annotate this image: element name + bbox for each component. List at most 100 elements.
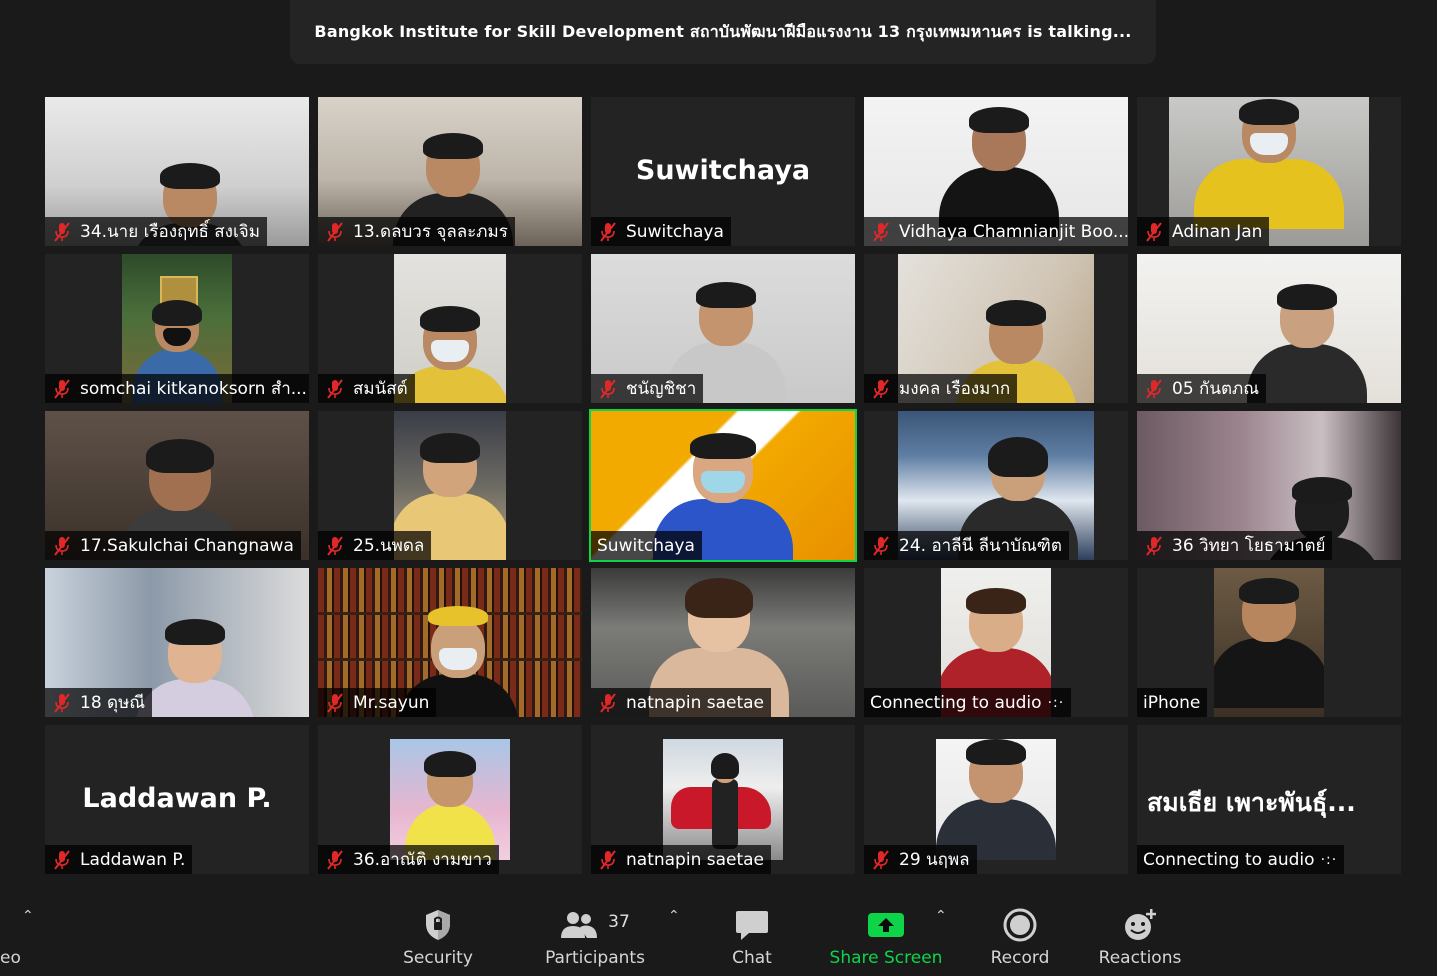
participant-tile[interactable]: สมเธีย เพาะพันธุ์... Connecting to audio… — [1137, 725, 1401, 874]
participant-tile[interactable]: Suwitchaya — [589, 409, 857, 562]
participant-name-label: 18 ดุษณี — [45, 688, 153, 717]
muted-mic-icon — [873, 849, 889, 870]
participants-button[interactable]: 37 Participants — [530, 884, 660, 976]
muted-mic-icon — [54, 221, 70, 242]
record-button[interactable]: Record — [955, 884, 1085, 976]
security-label: Security — [403, 948, 473, 968]
participant-tile[interactable]: 24. อาลีนี ลีนาบัณฑิต — [864, 411, 1128, 560]
participant-tile[interactable]: 13.ดลบวร จุลละภมร — [318, 97, 582, 246]
video-button-label[interactable]: eo — [0, 948, 21, 968]
record-label: Record — [990, 948, 1050, 968]
connecting-dots-icon: ·:· — [1320, 851, 1338, 868]
participant-tile[interactable]: มงคล เรืองมาก — [864, 254, 1128, 403]
participants-options-caret-icon[interactable]: ⌃ — [668, 908, 682, 928]
video-options-caret-icon[interactable]: ⌃ — [22, 908, 36, 928]
participant-name: 17.Sakulchai Changnawa — [80, 535, 294, 556]
participant-tile[interactable]: natnapin saetae — [591, 568, 855, 717]
participant-tile[interactable]: 05 กันตภณ — [1137, 254, 1401, 403]
participant-name-label: natnapin saetae — [591, 845, 772, 874]
participant-tile[interactable]: 36 วิทยา โยธามาตย์ — [1137, 411, 1401, 560]
participant-tile[interactable]: somchai kitkanoksorn สำ... — [45, 254, 309, 403]
participant-name-label: 24. อาลีนี ลีนาบัณฑิต — [864, 531, 1069, 560]
muted-mic-icon — [327, 221, 343, 242]
participant-name-label: 25.นพดล — [318, 531, 432, 560]
participant-name-label: ชนัญชิชา — [591, 374, 704, 403]
participant-tile[interactable]: Suwitchaya Suwitchaya — [591, 97, 855, 246]
participant-tile[interactable]: 29 นฤพล — [864, 725, 1128, 874]
meeting-toolbar: ⌃ eo Security 37 Participants ⌃ Chat Sha… — [0, 884, 1437, 976]
security-button[interactable]: Security — [373, 884, 503, 976]
participant-name: 05 กันตภณ — [1172, 379, 1259, 399]
muted-mic-icon — [600, 692, 616, 713]
participants-icon: 37 — [530, 908, 660, 942]
participant-tile[interactable]: Laddawan P. Laddawan P. — [45, 725, 309, 874]
participant-name: 13.ดลบวร จุลละภมร — [353, 222, 508, 242]
muted-mic-icon — [54, 692, 70, 713]
participant-tile[interactable]: 18 ดุษณี — [45, 568, 309, 717]
participant-name: iPhone — [1143, 692, 1201, 713]
participant-tile[interactable]: Vidhaya Chamnianjit Boo... — [864, 97, 1128, 246]
muted-mic-icon — [600, 221, 616, 242]
muted-mic-icon — [54, 849, 70, 870]
muted-mic-icon — [327, 692, 343, 713]
participant-name-label: สมนัสต์ — [318, 374, 415, 403]
participant-video — [936, 739, 1056, 860]
participant-name-label: Connecting to audio ·:· — [864, 688, 1072, 717]
participant-name-label: Suwitchaya — [591, 217, 731, 246]
participant-tile[interactable]: 34.นาย เรืองฤทธิ์ สงเจิม — [45, 97, 309, 246]
participants-label: Participants — [545, 948, 645, 968]
participant-tile[interactable]: ชนัญชิชา — [591, 254, 855, 403]
reactions-button[interactable]: Reactions — [1075, 884, 1205, 976]
participant-tile[interactable]: 17.Sakulchai Changnawa — [45, 411, 309, 560]
muted-mic-icon — [54, 378, 70, 399]
participant-name-label: 36.อาณัติ งามขาว — [318, 845, 499, 874]
participant-name-label: somchai kitkanoksorn สำ... — [45, 374, 309, 403]
participant-name-label: iPhone — [1137, 688, 1208, 717]
participant-display-name: สมเธีย เพาะพันธุ์... — [1147, 788, 1356, 817]
participant-name: ชนัญชิชา — [626, 379, 697, 399]
share-screen-label: Share Screen — [829, 948, 943, 968]
participant-name: Suwitchaya — [626, 221, 724, 242]
chat-bubble-icon — [687, 908, 817, 942]
participant-name-label: natnapin saetae — [591, 688, 772, 717]
record-icon — [955, 908, 1085, 942]
participant-tile[interactable]: 25.นพดล — [318, 411, 582, 560]
participant-name-label: Suwitchaya — [591, 531, 702, 560]
participant-name: Vidhaya Chamnianjit Boo... — [899, 221, 1128, 242]
participant-display-name: Laddawan P. — [82, 783, 272, 814]
participant-name: 29 นฤพล — [899, 850, 970, 870]
participant-name: 25.นพดล — [353, 536, 425, 556]
participant-name-label: 13.ดลบวร จุลละภมร — [318, 217, 515, 246]
muted-mic-icon — [600, 849, 616, 870]
participant-name-label: Adinan Jan — [1137, 217, 1270, 246]
share-screen-button[interactable]: Share Screen — [821, 884, 951, 976]
share-options-caret-icon[interactable]: ⌃ — [935, 908, 949, 928]
participant-name-label: Laddawan P. — [45, 845, 193, 874]
participant-name-label: 17.Sakulchai Changnawa — [45, 531, 301, 560]
participant-tile[interactable]: 36.อาณัติ งามขาว — [318, 725, 582, 874]
reactions-label: Reactions — [1098, 948, 1182, 968]
participant-video — [1214, 568, 1324, 717]
participant-tile[interactable]: iPhone — [1137, 568, 1401, 717]
participants-count: 37 — [608, 912, 630, 932]
participant-tile[interactable]: Connecting to audio ·:· — [864, 568, 1128, 717]
participant-tile[interactable]: Mr.sayun — [318, 568, 582, 717]
muted-mic-icon — [1146, 535, 1162, 556]
participant-tile[interactable]: natnapin saetae — [591, 725, 855, 874]
video-gallery: 34.นาย เรืองฤทธิ์ สงเจิม 13.ดลบวร จุลละภ… — [45, 97, 1401, 874]
participant-name-label: 36 วิทยา โยธามาตย์ — [1137, 531, 1333, 560]
participant-name: สมนัสต์ — [353, 379, 408, 399]
chat-label: Chat — [732, 948, 772, 968]
participant-tile[interactable]: Adinan Jan — [1137, 97, 1401, 246]
muted-mic-icon — [54, 535, 70, 556]
participant-tile[interactable]: สมนัสต์ — [318, 254, 582, 403]
participant-name-label: มงคล เรืองมาก — [864, 374, 1018, 403]
shield-icon — [373, 908, 503, 942]
muted-mic-icon — [873, 535, 889, 556]
chat-button[interactable]: Chat — [687, 884, 817, 976]
participant-name: Connecting to audio — [870, 692, 1042, 713]
participant-name: natnapin saetae — [626, 692, 765, 713]
muted-mic-icon — [1146, 221, 1162, 242]
muted-mic-icon — [327, 378, 343, 399]
participant-name: Suwitchaya — [597, 535, 695, 556]
